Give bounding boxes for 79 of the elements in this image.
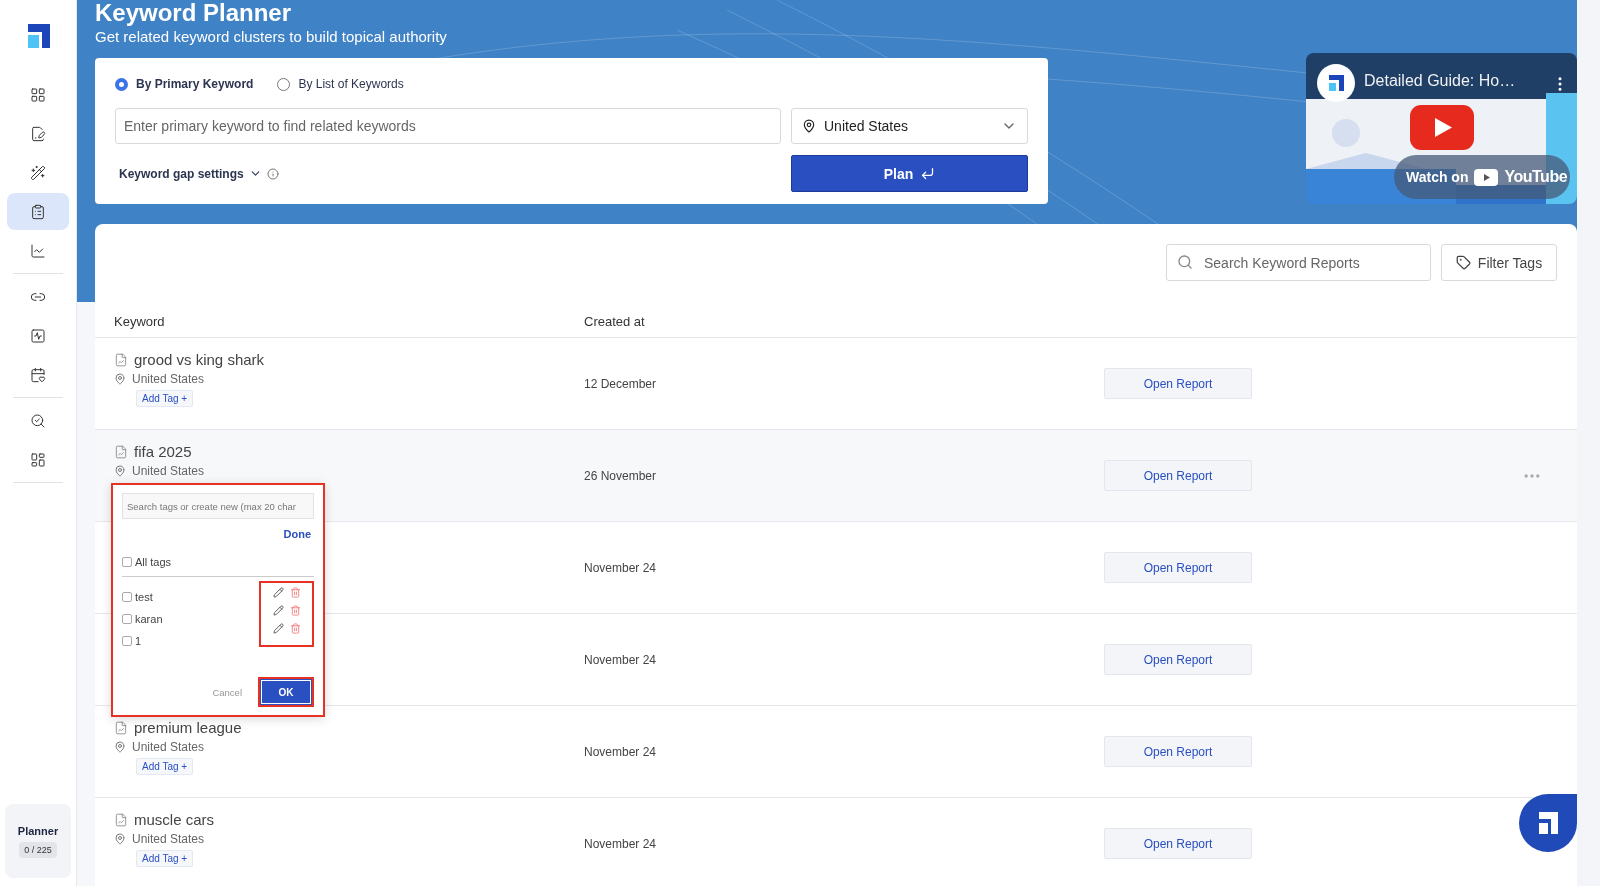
open-report-button[interactable]: Open Report: [1104, 736, 1252, 767]
open-report-button[interactable]: Open Report: [1104, 828, 1252, 859]
activity-icon: [30, 327, 46, 344]
add-tag-button[interactable]: Add Tag +: [136, 390, 194, 407]
location-pin-icon: [114, 465, 126, 477]
edit-icon[interactable]: [272, 605, 284, 616]
location-pin-icon: [114, 741, 126, 753]
column-header: Keyword: [114, 313, 166, 329]
ok-button[interactable]: OK: [258, 677, 314, 707]
mode-radio[interactable]: By List of Keywords: [277, 77, 404, 91]
add-tag-button[interactable]: Add Tag +: [136, 850, 194, 867]
filter-tags-button[interactable]: Filter Tags: [1441, 244, 1557, 281]
watch-on-youtube-button[interactable]: Watch on YouTube: [1394, 155, 1570, 199]
trash-icon[interactable]: [289, 587, 301, 598]
location-text: United States: [132, 832, 205, 846]
video-title: Detailed Guide: Ho…: [1364, 72, 1516, 90]
location-pin-icon: [114, 373, 126, 385]
page-subtitle: Get related keyword clusters to build topical authority: [95, 28, 447, 45]
calendar-icon: [30, 366, 46, 383]
tag-checkbox[interactable]: test: [122, 591, 163, 603]
search-field[interactable]: Search Keyword Reports: [1166, 244, 1431, 281]
report-icon: [114, 444, 128, 459]
dashboard-icon: [30, 451, 46, 468]
all-tags-checkbox[interactable]: All tags: [122, 556, 314, 568]
created-date: November 24: [584, 560, 658, 575]
location-text: United States: [132, 464, 205, 478]
enter-icon: [920, 166, 936, 181]
created-date: November 24: [584, 652, 658, 667]
edit-icon[interactable]: [272, 623, 284, 634]
trash-icon[interactable]: [289, 605, 301, 616]
video-player[interactable]: Detailed Guide: Ho… Watch on YouTube: [1306, 53, 1577, 204]
keyword-text: premium league: [134, 719, 242, 736]
created-date: November 24: [584, 836, 658, 851]
magic-wand-icon: [30, 164, 46, 181]
created-date: 12 December: [584, 376, 658, 391]
location-pin-icon: [114, 833, 126, 845]
report-icon: [114, 812, 128, 827]
grid-icon: [30, 86, 46, 103]
created-date: November 24: [584, 744, 658, 759]
trash-icon[interactable]: [289, 623, 301, 634]
add-tag-button[interactable]: Add Tag +: [136, 758, 194, 775]
play-icon[interactable]: [1410, 105, 1474, 150]
open-report-button[interactable]: Open Report: [1104, 460, 1252, 491]
plan-button[interactable]: Plan: [791, 155, 1028, 192]
gap-settings-toggle[interactable]: Keyword gap settings: [115, 166, 283, 181]
open-report-button[interactable]: Open Report: [1104, 552, 1252, 583]
chart-icon: [30, 242, 46, 259]
keyword-input[interactable]: Enter primary keyword to find related keywords: [115, 108, 781, 144]
keyword-text: grood vs king shark: [134, 351, 265, 368]
location-text: United States: [132, 740, 205, 754]
created-date: 26 November: [584, 468, 658, 483]
tag-checkbox[interactable]: karan: [122, 613, 163, 625]
youtube-play-icon: [1474, 168, 1499, 186]
info-icon: [266, 167, 279, 180]
edit-document-icon: [30, 125, 46, 142]
keyword-text: muscle cars: [134, 811, 215, 828]
column-header: Created at: [584, 313, 646, 329]
page-title: Keyword Planner: [95, 0, 292, 26]
keyword-text: fifa 2025: [134, 443, 192, 460]
usage-count: 0 / 225: [19, 841, 57, 858]
tag-icon: [1455, 255, 1471, 270]
open-report-button[interactable]: Open Report: [1104, 368, 1252, 399]
sidebar-item[interactable]: [7, 193, 69, 230]
location-text: United States: [132, 372, 205, 386]
usage-label: Planner: [17, 824, 59, 837]
channel-logo-icon: [1317, 64, 1355, 102]
country-select[interactable]: United States: [791, 108, 1028, 144]
tag-search-input[interactable]: Search tags or create new (max 20 char: [122, 493, 314, 519]
edit-icon[interactable]: [272, 587, 284, 598]
clipboard-icon: [30, 203, 46, 220]
mode-radio[interactable]: By Primary Keyword: [115, 77, 254, 91]
report-icon: [114, 720, 128, 735]
done-button[interactable]: Done: [280, 528, 314, 540]
chat-logo-icon[interactable]: [1519, 794, 1577, 852]
search-icon: [1177, 254, 1193, 270]
report-icon: [114, 352, 128, 367]
location-pin-icon: [802, 119, 816, 133]
open-report-button[interactable]: Open Report: [1104, 644, 1252, 675]
tag-checkbox[interactable]: 1: [122, 635, 163, 647]
